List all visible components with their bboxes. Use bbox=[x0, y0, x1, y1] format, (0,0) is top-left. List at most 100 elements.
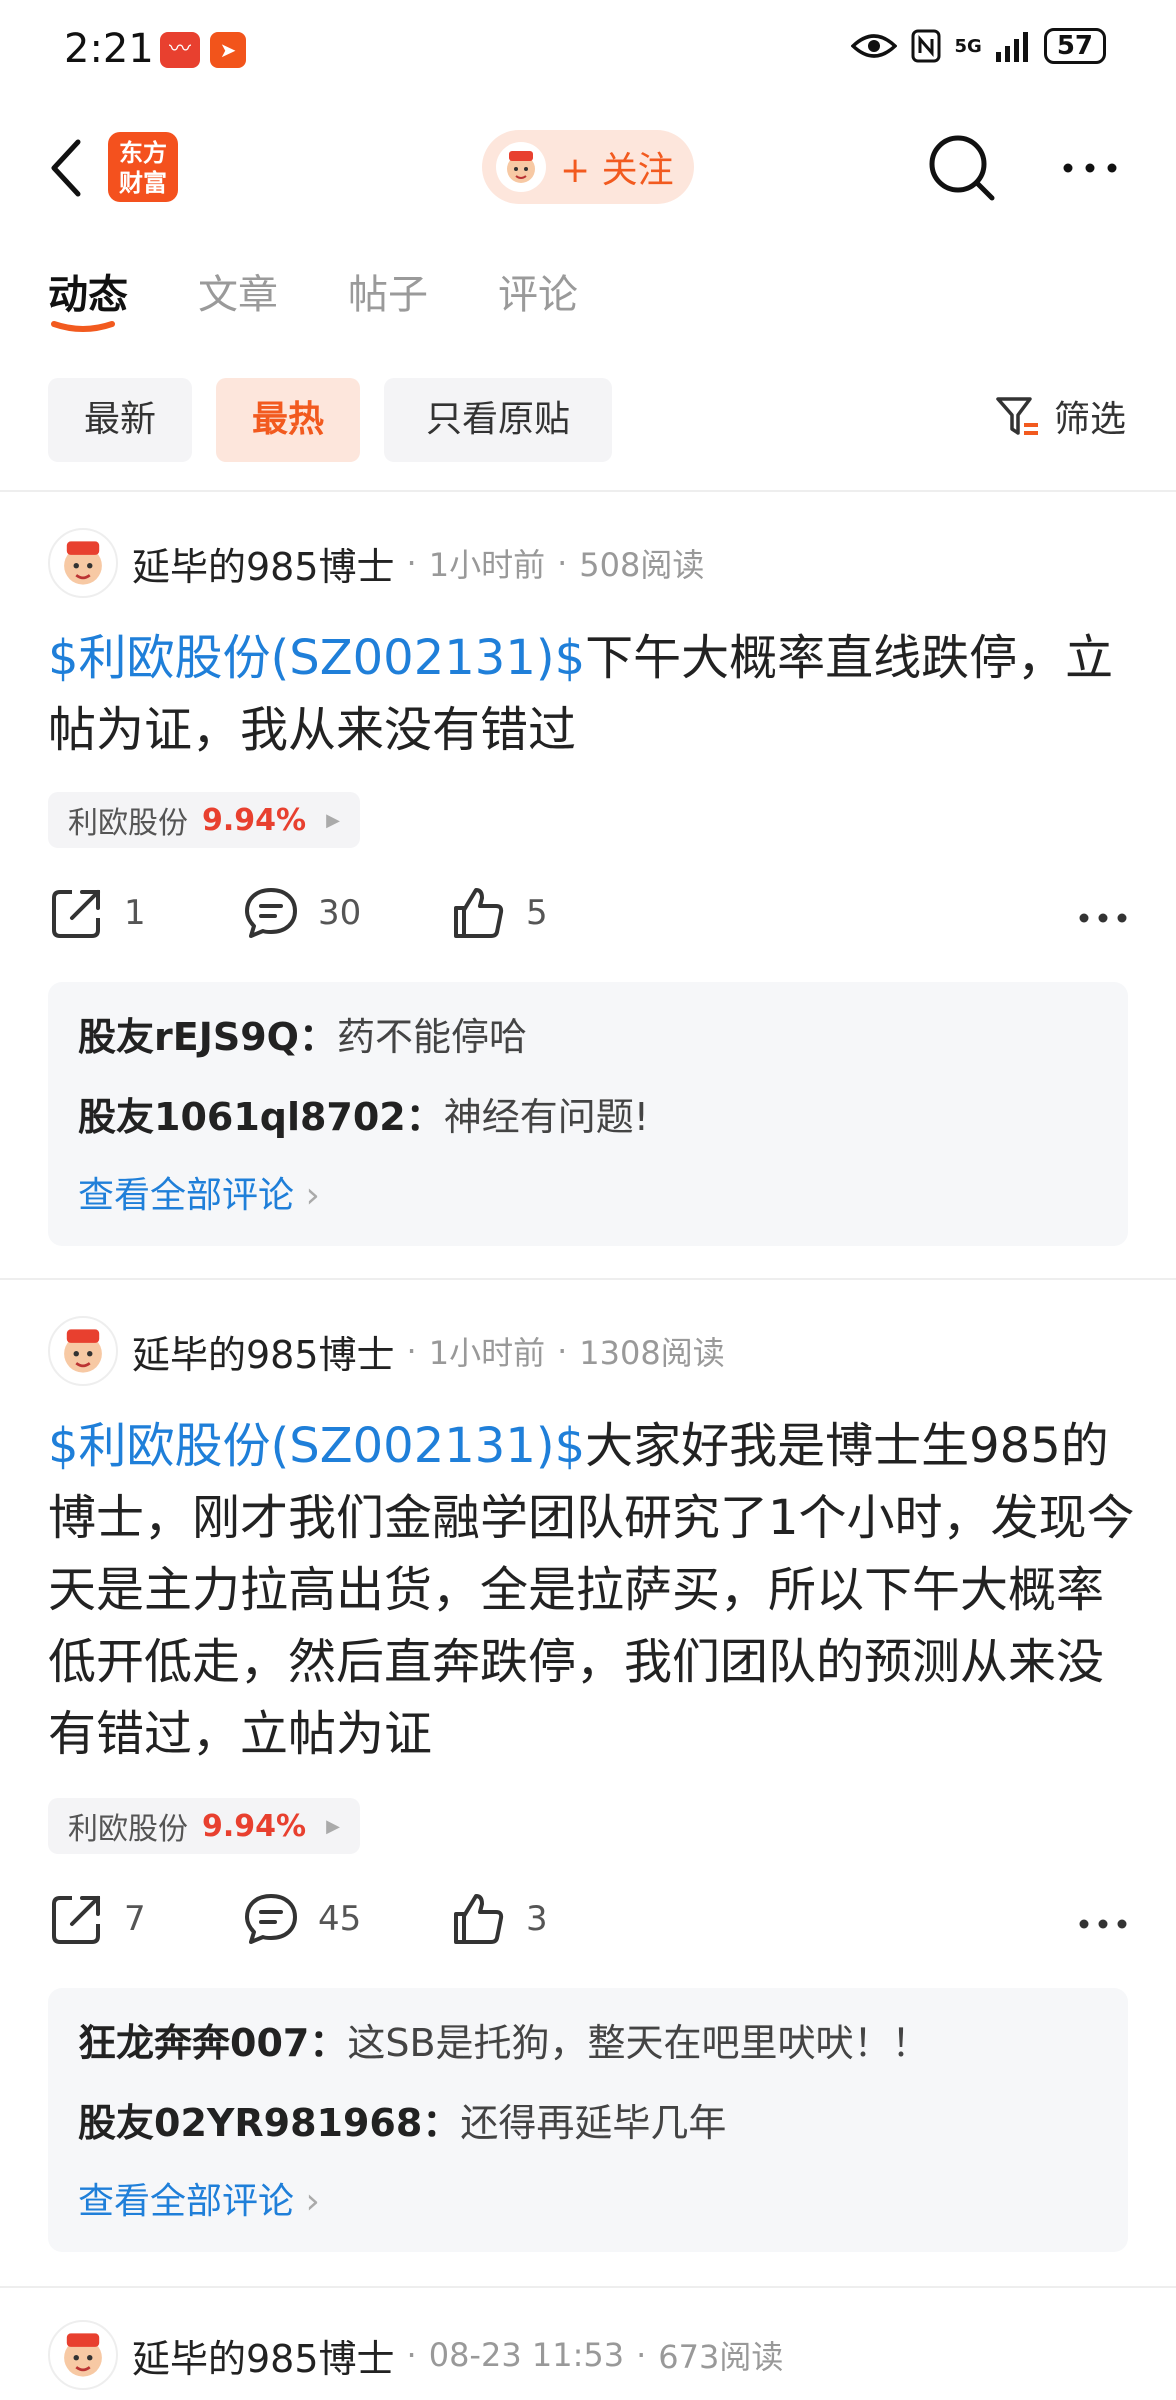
eastmoney-logo[interactable]: 东方 财富 bbox=[108, 132, 178, 202]
post-actions: 1 30 5 bbox=[48, 884, 1128, 954]
stock-name: 利欧股份 bbox=[68, 1812, 188, 1847]
play-arrow-icon: ▶ bbox=[326, 1815, 340, 1837]
battery-indicator: 57 bbox=[1043, 28, 1106, 64]
comment-item[interactable]: 股友1061ql8702：神经有问题! bbox=[78, 1086, 649, 1141]
tab-comments[interactable]: 评论 bbox=[498, 262, 578, 320]
stock-quote-chip[interactable]: 利欧股份 9.94% ▶ bbox=[48, 1798, 360, 1854]
divider bbox=[0, 1278, 1176, 1280]
chevron-right-icon: › bbox=[305, 2181, 320, 2222]
commenter-name[interactable]: 股友1061ql8702 bbox=[78, 1095, 406, 1139]
meta-separator: · bbox=[636, 2336, 647, 2374]
stock-tag-link[interactable]: $利欧股份(SZ002131)$ bbox=[48, 630, 585, 686]
comment-icon bbox=[245, 1894, 297, 1944]
commenter-name[interactable]: 股友02YR981968 bbox=[78, 2101, 422, 2145]
like-button[interactable]: 3 bbox=[450, 1890, 548, 1948]
avatar[interactable] bbox=[48, 1316, 118, 1386]
signal-icon bbox=[995, 32, 1028, 62]
author-name[interactable]: 延毕的985博士 bbox=[132, 1324, 395, 1379]
tab-articles[interactable]: 文章 bbox=[198, 262, 278, 320]
meta-separator: · bbox=[406, 2336, 417, 2374]
avatar[interactable] bbox=[48, 2320, 118, 2390]
filter-icon bbox=[996, 397, 1038, 435]
post-card[interactable]: 延毕的985博士 · 08-23 11:53 · 673阅读 bbox=[0, 2320, 1176, 2400]
comment-item[interactable]: 狂龙奔奔007：这SB是托狗，整天在吧里吠吠！！ bbox=[78, 2012, 930, 2067]
mascot-avatar-icon bbox=[507, 151, 535, 183]
status-icons: 5G 57 bbox=[850, 28, 1106, 64]
comment-text: 神经有问题! bbox=[443, 1095, 650, 1139]
comment-text: 这SB是托狗，整天在吧里吠吠！！ bbox=[347, 2021, 930, 2065]
read-count: 1308阅读 bbox=[579, 1334, 725, 1372]
follow-label: + 关注 bbox=[560, 150, 674, 191]
share-button[interactable]: 1 bbox=[48, 884, 146, 942]
tab-posts[interactable]: 帖子 bbox=[348, 262, 428, 320]
author-name[interactable]: 延毕的985博士 bbox=[132, 536, 395, 591]
comment-item[interactable]: 股友rEJS9Q：药不能停哈 bbox=[78, 1006, 527, 1061]
status-time: 2:21 bbox=[64, 26, 154, 72]
eye-icon bbox=[850, 34, 897, 58]
post-card[interactable]: 延毕的985博士 · 1小时前 · 1308阅读 $利欧股份(SZ002131)… bbox=[0, 1316, 1176, 2256]
follow-button[interactable]: + 关注 bbox=[482, 130, 694, 204]
share-button[interactable]: 7 bbox=[48, 1890, 146, 1948]
news-app-icon: 〰 bbox=[160, 32, 200, 68]
stock-quote-chip[interactable]: 利欧股份 9.94% ▶ bbox=[48, 792, 360, 848]
post-time: 1小时前 bbox=[428, 546, 546, 584]
mascot-avatar-icon bbox=[64, 2333, 102, 2377]
more-options-icon[interactable] bbox=[1060, 148, 1120, 188]
filter-label: 筛选 bbox=[1053, 399, 1126, 440]
share-icon bbox=[52, 1896, 100, 1944]
view-all-comments-link[interactable]: 查看全部评论 › bbox=[78, 1166, 320, 1218]
mascot-avatar-icon bbox=[64, 1329, 102, 1373]
tab-dynamics[interactable]: 动态 bbox=[48, 262, 128, 320]
meta-separator: · bbox=[406, 1332, 417, 1370]
post-body[interactable]: $利欧股份(SZ002131)$大家好我是博士生985的博士，刚才我们金融学团队… bbox=[48, 1410, 1138, 1770]
comment-text: 药不能停哈 bbox=[336, 1015, 527, 1059]
nfc-icon bbox=[911, 29, 940, 63]
post-time: 1小时前 bbox=[428, 1334, 546, 1372]
comment-count: 30 bbox=[318, 893, 362, 933]
comment-item[interactable]: 股友02YR981968：还得再延毕几年 bbox=[78, 2092, 726, 2147]
stock-change-pct: 9.94% bbox=[202, 1808, 307, 1844]
like-count: 5 bbox=[526, 893, 548, 933]
comment-icon bbox=[245, 888, 297, 938]
search-icon[interactable] bbox=[924, 130, 1000, 206]
comment-button[interactable]: 45 bbox=[242, 1890, 361, 1948]
meta-separator: · bbox=[557, 1332, 568, 1370]
comment-preview: 狂龙奔奔007：这SB是托狗，整天在吧里吠吠！！ 股友02YR981968：还得… bbox=[48, 1988, 1128, 2252]
filter-button[interactable]: 筛选 bbox=[994, 390, 1126, 442]
play-arrow-icon: ▶ bbox=[326, 809, 340, 831]
like-button[interactable]: 5 bbox=[450, 884, 548, 942]
stock-change-pct: 9.94% bbox=[202, 802, 307, 838]
message-app-icon: ➤ bbox=[210, 32, 246, 68]
commenter-name[interactable]: 狂龙奔奔007 bbox=[78, 2021, 309, 2065]
mascot-avatar-icon bbox=[64, 541, 102, 585]
sort-hot-chip[interactable]: 最热 bbox=[216, 378, 360, 462]
divider bbox=[0, 2286, 1176, 2288]
sort-latest-chip[interactable]: 最新 bbox=[48, 378, 192, 462]
post-body[interactable]: $利欧股份(SZ002131)$下午大概率直线跌停，立帖为证，我从来没有错过 bbox=[48, 622, 1138, 766]
commenter-name[interactable]: 股友rEJS9Q bbox=[78, 1015, 299, 1059]
active-tab-indicator bbox=[51, 321, 115, 332]
post-meta: 延毕的985博士 · 1小时前 · 1308阅读 bbox=[48, 1316, 725, 1386]
sort-filter-bar: 最新 最热 只看原贴 筛选 bbox=[0, 378, 1176, 462]
network-type: 5G bbox=[954, 35, 982, 57]
chevron-right-icon: › bbox=[305, 1175, 320, 1216]
thumbs-up-icon bbox=[454, 888, 504, 938]
original-only-chip[interactable]: 只看原贴 bbox=[384, 378, 612, 462]
author-name[interactable]: 延毕的985博士 bbox=[132, 2328, 395, 2383]
stock-tag-link[interactable]: $利欧股份(SZ002131)$ bbox=[48, 1418, 585, 1474]
like-count: 3 bbox=[526, 1899, 548, 1939]
read-count: 508阅读 bbox=[579, 546, 705, 584]
comment-preview: 股友rEJS9Q：药不能停哈 股友1061ql8702：神经有问题! 查看全部评… bbox=[48, 982, 1128, 1246]
post-time: 08-23 11:53 bbox=[428, 2336, 625, 2374]
post-meta: 延毕的985博士 · 08-23 11:53 · 673阅读 bbox=[48, 2320, 783, 2390]
meta-separator: · bbox=[557, 544, 568, 582]
comment-button[interactable]: 30 bbox=[242, 884, 361, 942]
thumbs-up-icon bbox=[454, 1894, 504, 1944]
more-options-icon[interactable] bbox=[1078, 1904, 1128, 1944]
post-card[interactable]: 延毕的985博士 · 1小时前 · 508阅读 $利欧股份(SZ002131)$… bbox=[0, 528, 1176, 1248]
back-arrow-icon[interactable] bbox=[44, 130, 88, 206]
comment-count: 45 bbox=[318, 1899, 362, 1939]
avatar[interactable] bbox=[48, 528, 118, 598]
view-all-comments-link[interactable]: 查看全部评论 › bbox=[78, 2172, 320, 2224]
more-options-icon[interactable] bbox=[1078, 898, 1128, 938]
